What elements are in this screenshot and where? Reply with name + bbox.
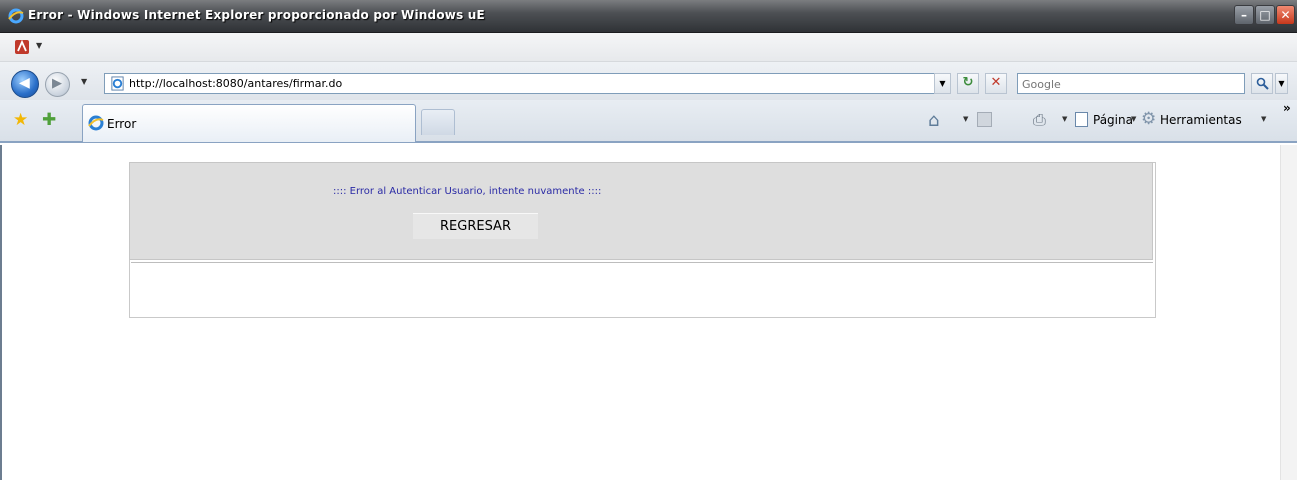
close-button[interactable]: ✕ [1276, 5, 1295, 25]
refresh-button[interactable]: ↻ [957, 73, 979, 94]
error-panel-body [131, 262, 1153, 316]
address-dropdown-icon[interactable]: ▼ [934, 73, 951, 94]
acrobat-dropdown-icon[interactable]: ▼ [36, 41, 42, 50]
more-commands-icon[interactable]: » [1283, 101, 1291, 115]
search-options-dropdown-icon[interactable]: ▼ [1275, 73, 1288, 94]
search-box[interactable] [1017, 73, 1245, 94]
print-icon[interactable]: ⎙ [1033, 110, 1046, 130]
navigation-bar: ◀ ▶ ▼ http://localhost:8080/antares/firm… [0, 62, 1297, 100]
page-icon [1075, 112, 1088, 127]
tab-bar: ★ ✚ Error ⌂ ▼ ⎙ ▼ Página ▼ ⚙ Herramienta… [0, 100, 1297, 143]
title-bar: Error - Windows Internet Explorer propor… [0, 0, 1297, 33]
regresar-button[interactable]: REGRESAR [413, 213, 538, 239]
print-dropdown-icon[interactable]: ▼ [1062, 115, 1067, 123]
vertical-scrollbar[interactable] [1280, 145, 1297, 480]
forward-button[interactable]: ▶ [45, 72, 70, 97]
back-arrow-icon: ◀ [19, 75, 30, 91]
error-message: :::: Error al Autenticar Usuario, intent… [333, 186, 602, 197]
acrobat-icon[interactable] [14, 39, 30, 55]
maximize-button[interactable]: □ [1255, 5, 1275, 25]
feeds-icon[interactable] [977, 112, 992, 127]
stop-button[interactable]: ✕ [985, 73, 1007, 94]
search-icon [1256, 77, 1269, 90]
minimize-button[interactable]: – [1234, 5, 1254, 25]
address-bar[interactable]: http://localhost:8080/antares/firmar.do … [104, 73, 951, 94]
ie-logo-icon [8, 8, 24, 24]
error-panel-header [129, 162, 1153, 260]
address-url[interactable]: http://localhost:8080/antares/firmar.do [129, 77, 342, 90]
window-title: Error - Windows Internet Explorer propor… [28, 8, 485, 22]
page-menu[interactable]: Página [1093, 113, 1133, 127]
new-tab-button[interactable] [421, 109, 455, 135]
favorites-star-icon[interactable]: ★ [13, 110, 28, 130]
forward-arrow-icon: ▶ [52, 76, 62, 91]
recent-pages-dropdown-icon[interactable]: ▼ [81, 77, 87, 86]
ie-page-icon [111, 76, 124, 91]
search-input[interactable] [1022, 75, 1242, 93]
add-favorites-icon[interactable]: ✚ [42, 110, 56, 130]
home-dropdown-icon[interactable]: ▼ [963, 115, 968, 123]
addon-toolbar: ▼ [0, 33, 1297, 62]
gear-icon: ⚙ [1141, 109, 1157, 129]
ie-tab-icon [88, 115, 104, 131]
search-button[interactable] [1251, 73, 1273, 94]
page-dropdown-icon[interactable]: ▼ [1131, 115, 1136, 123]
home-icon[interactable]: ⌂ [928, 110, 939, 131]
tab-label: Error [107, 117, 137, 131]
tab-error[interactable]: Error [82, 104, 416, 142]
tools-dropdown-icon[interactable]: ▼ [1261, 115, 1266, 123]
tools-menu[interactable]: Herramientas [1160, 113, 1242, 127]
back-button[interactable]: ◀ [11, 70, 39, 98]
